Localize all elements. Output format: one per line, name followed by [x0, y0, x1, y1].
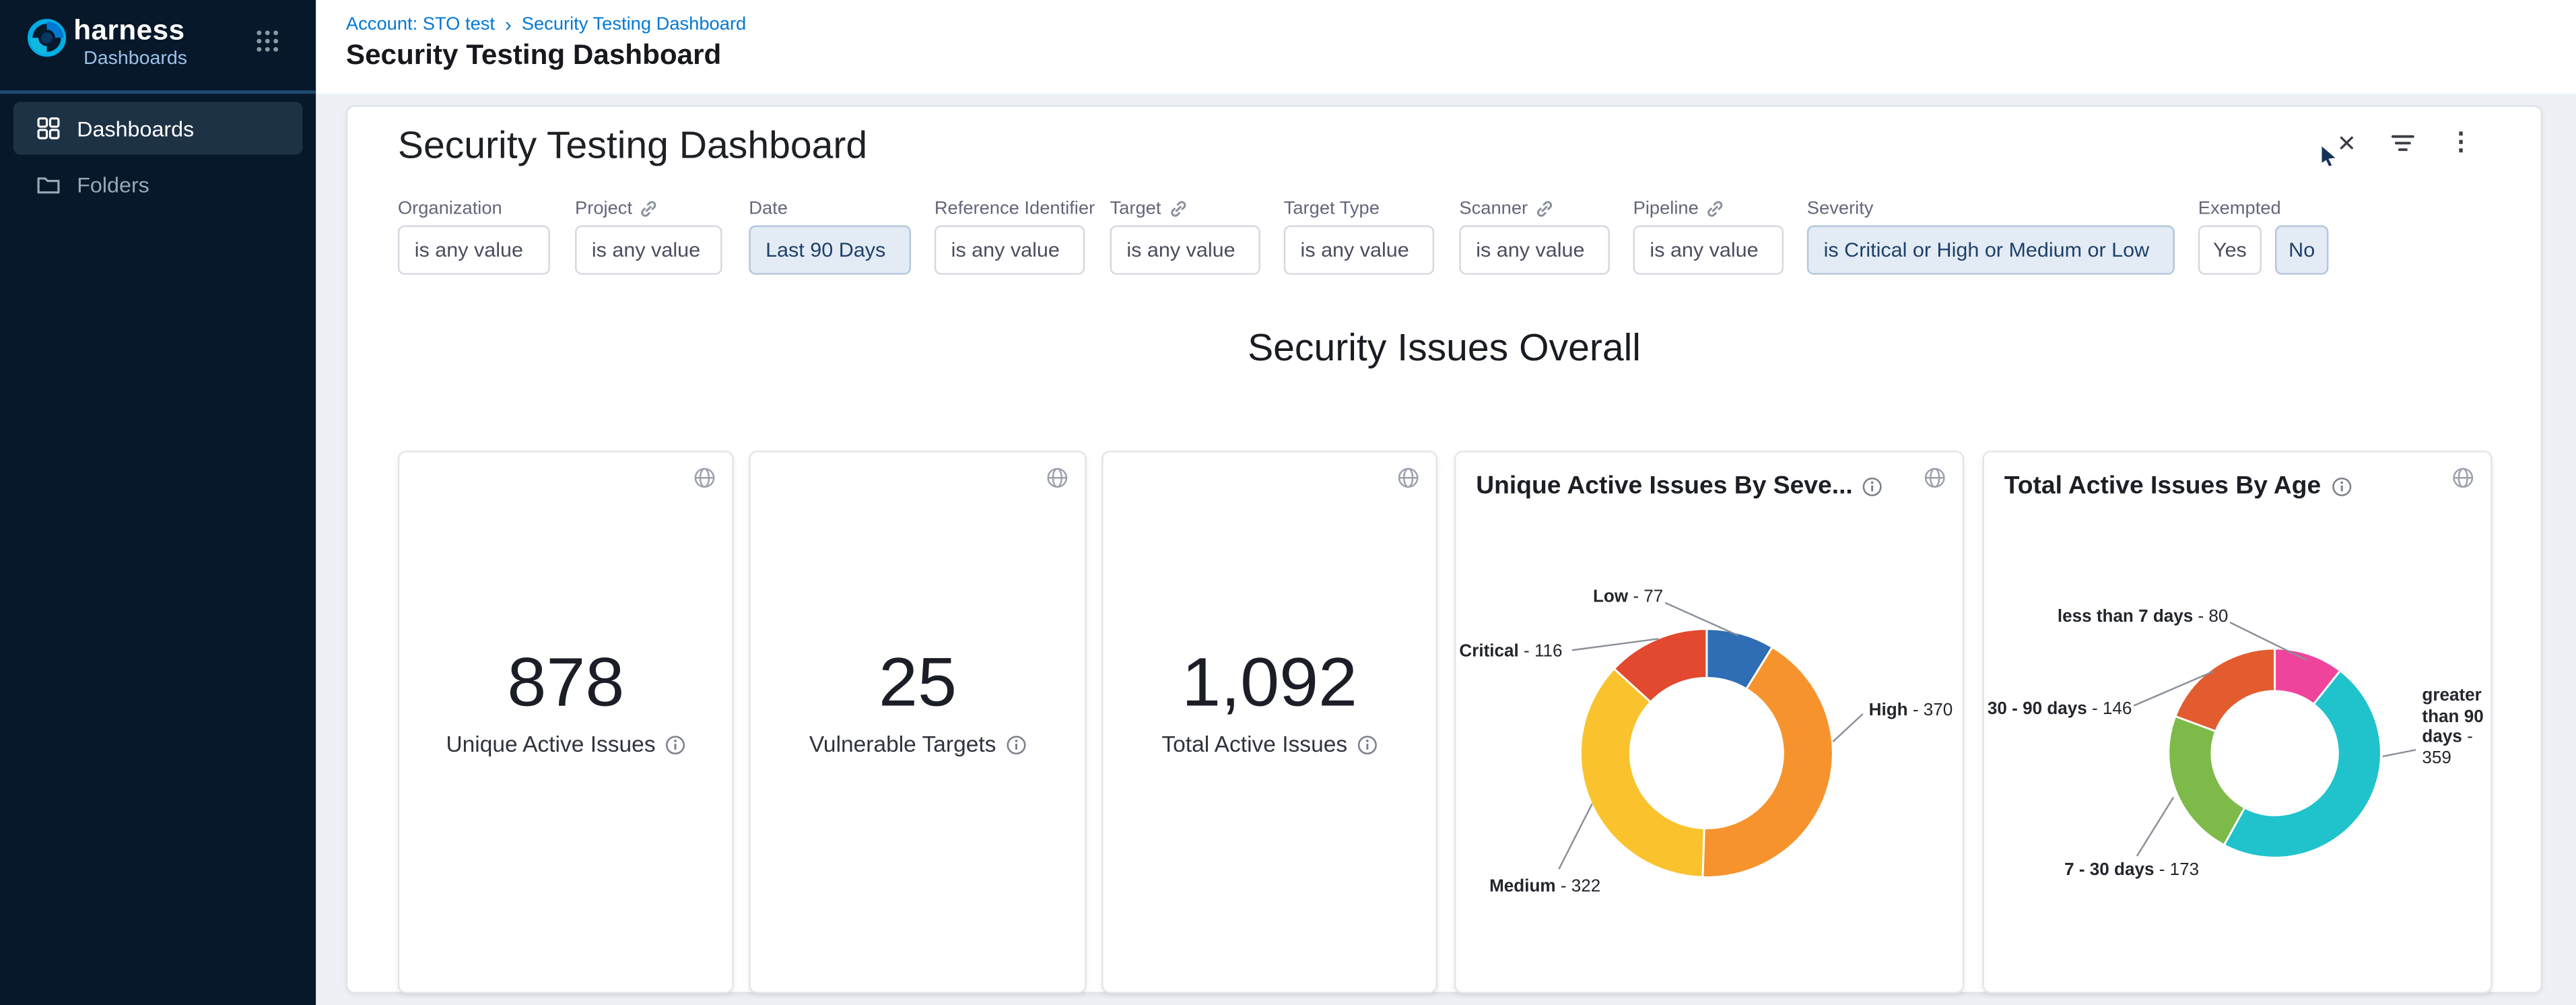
filter-reference-identifier: Reference Identifier is any value — [935, 194, 1095, 275]
main-area: Security Testing Dashboard ✕ ⋮ Organizat… — [316, 94, 2576, 1005]
severity-donut-chart — [1456, 453, 1962, 992]
filter-label: Reference Identifier — [935, 198, 1095, 218]
slice-label-critical: Critical - 116 — [1459, 641, 1576, 662]
card-total-active-issues-by-age: Total Active Issues By Age less than 7 d… — [1982, 451, 2492, 994]
filter-target: Target is any value — [1110, 194, 1260, 275]
filter-target-type: Target Type is any value — [1284, 194, 1434, 275]
app: harness Dashboards — [0, 0, 2576, 1005]
filter-pipeline-value[interactable]: is any value — [1633, 226, 1784, 275]
breadcrumb: Account: STO test › Security Testing Das… — [346, 13, 746, 36]
stat-label: Vulnerable Targets — [809, 732, 996, 757]
label-connector — [1833, 714, 1862, 742]
dashboard-panel: Security Testing Dashboard ✕ ⋮ Organizat… — [346, 105, 2542, 994]
link-icon — [1534, 198, 1555, 218]
kebab-menu-icon[interactable]: ⋮ — [2448, 130, 2473, 156]
filter-exempted: Exempted Yes No — [2198, 194, 2329, 275]
filter-scanner: Scanner is any value — [1459, 194, 1609, 275]
filter-label: Target — [1110, 198, 1161, 218]
card-vulnerable-targets: 25 Vulnerable Targets — [749, 451, 1087, 994]
label-connector — [2383, 750, 2416, 756]
info-icon[interactable] — [1357, 734, 1378, 754]
filter-reference-identifier-value[interactable]: is any value — [935, 226, 1085, 275]
info-icon[interactable] — [1006, 734, 1026, 754]
globe-icon[interactable] — [1046, 467, 1068, 488]
filter-label: Date — [749, 198, 788, 218]
link-icon — [1167, 198, 1188, 218]
filter-target-value[interactable]: is any value — [1110, 226, 1260, 275]
card-total-active-issues: 1,092 Total Active Issues — [1101, 451, 1437, 994]
sidebar-item-dashboards[interactable]: Dashboards — [13, 102, 303, 154]
age-donut-chart — [1984, 453, 2490, 992]
harness-logo — [27, 18, 67, 58]
stat-value: 1,092 — [1104, 643, 1436, 722]
sidebar-nav: Dashboards Folders — [13, 102, 303, 214]
filter-organization-value[interactable]: is any value — [398, 226, 550, 275]
filter-severity-value[interactable]: is Critical or High or Medium or Low — [1807, 226, 2175, 275]
apps-grid-icon[interactable] — [256, 30, 279, 53]
slice-label-high: High - 370 — [1869, 701, 1965, 721]
dashboard-title: Security Testing Dashboard — [398, 123, 867, 168]
mouse-cursor — [2320, 146, 2337, 166]
slice-label-less-7-days: less than 7 days - 80 — [2051, 607, 2228, 628]
slice-label-30-90-days: 30 - 90 days - 146 — [1988, 699, 2134, 720]
filter-label: Exempted — [2198, 198, 2281, 218]
filter-label: Pipeline — [1633, 198, 1699, 218]
card-unique-active-issues-by-severity: Unique Active Issues By Seve... Low - 77… — [1454, 451, 1964, 994]
top-header: Account: STO test › Security Testing Das… — [316, 0, 2576, 94]
filter-severity: Severity is Critical or High or Medium o… — [1807, 194, 2175, 275]
stat-label: Total Active Issues — [1161, 732, 1347, 757]
globe-icon[interactable] — [1398, 467, 1419, 488]
breadcrumb-separator-icon: › — [505, 13, 512, 36]
sidebar-item-label: Dashboards — [77, 116, 194, 141]
filter-label: Target Type — [1284, 198, 1380, 218]
section-title: Security Issues Overall — [347, 325, 2540, 370]
filter-date-value[interactable]: Last 90 Days — [749, 226, 911, 275]
filter-target-type-value[interactable]: is any value — [1284, 226, 1434, 275]
slice-label-medium: Medium - 322 — [1489, 877, 1639, 898]
filter-organization: Organization is any value — [398, 194, 550, 275]
brand-module-label: Dashboards — [63, 49, 187, 69]
close-icon[interactable]: ✕ — [2337, 130, 2357, 156]
sidebar-item-folders[interactable]: Folders — [13, 158, 303, 210]
page-title: Security Testing Dashboard — [346, 40, 721, 73]
filter-label: Severity — [1807, 198, 1874, 218]
brand: harness Dashboards — [27, 15, 187, 69]
slice-label-7-30-days: 7 - 30 days - 173 — [2064, 860, 2208, 881]
dashboards-icon — [37, 117, 61, 139]
filter-icon[interactable] — [2390, 131, 2415, 154]
filter-exempted-yes-button[interactable]: Yes — [2198, 226, 2262, 275]
filter-label: Scanner — [1459, 198, 1528, 218]
folder-icon — [37, 172, 61, 195]
card-unique-active-issues: 878 Unique Active Issues — [398, 451, 734, 994]
panel-actions: ✕ ⋮ — [2337, 130, 2474, 156]
globe-icon[interactable] — [693, 467, 715, 488]
filter-label: Organization — [398, 198, 502, 218]
brand-name: harness — [73, 15, 187, 46]
filter-label: Project — [575, 198, 632, 218]
breadcrumb-account-link[interactable]: Account: STO test — [346, 15, 495, 34]
label-connector — [1559, 804, 1592, 869]
stat-value: 878 — [399, 643, 732, 722]
label-connector — [2137, 798, 2173, 856]
breadcrumb-current-link[interactable]: Security Testing Dashboard — [522, 15, 746, 34]
link-icon — [639, 198, 659, 218]
filter-project: Project is any value — [575, 194, 722, 275]
filter-date: Date Last 90 Days — [749, 194, 911, 275]
filter-exempted-no-button[interactable]: No — [2275, 226, 2328, 275]
info-icon[interactable] — [666, 734, 686, 754]
link-icon — [1705, 198, 1726, 218]
donut-slices[interactable] — [2169, 649, 2381, 858]
stat-value: 25 — [751, 643, 1085, 722]
sidebar: harness Dashboards — [0, 0, 316, 1005]
filter-pipeline: Pipeline is any value — [1633, 194, 1784, 275]
sidebar-divider — [0, 90, 316, 94]
donut-slices[interactable] — [1580, 629, 1833, 878]
sidebar-item-label: Folders — [77, 172, 149, 197]
slice-label-greater-90-days: greater than 90 days - 359 — [2422, 686, 2495, 769]
filter-project-value[interactable]: is any value — [575, 226, 722, 275]
slice-label-low: Low - 77 — [1523, 587, 1664, 608]
stat-label: Unique Active Issues — [446, 732, 655, 757]
filter-scanner-value[interactable]: is any value — [1459, 226, 1609, 275]
